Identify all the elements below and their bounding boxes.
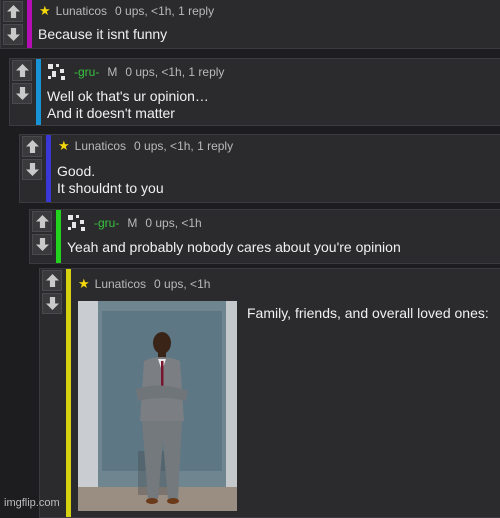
upvote-arrow-icon bbox=[45, 274, 59, 287]
upvote-arrow-icon bbox=[35, 215, 49, 228]
image-caption: Family, friends, and overall loved ones: bbox=[247, 305, 489, 321]
comment: ★ Lunaticos 0 ups, <1h, 1 reply Good. It… bbox=[19, 134, 500, 203]
upvote-arrow-icon bbox=[25, 140, 39, 153]
upvote-button[interactable] bbox=[22, 136, 42, 157]
thread-bar bbox=[46, 135, 51, 202]
comment-line: Well ok that's ur opinion… bbox=[47, 88, 209, 104]
upvote-button[interactable] bbox=[42, 270, 62, 291]
gru-avatar-icon bbox=[46, 62, 68, 82]
star-icon: ★ bbox=[58, 138, 70, 153]
upvote-button[interactable] bbox=[32, 211, 52, 232]
comment-meta: ★ Lunaticos 0 ups, <1h, 1 reply bbox=[58, 138, 233, 154]
username-link[interactable]: Lunaticos bbox=[95, 277, 146, 291]
comment: -gru- M 0 ups, <1h Yeah and probably nob… bbox=[29, 209, 500, 264]
upvote-arrow-icon bbox=[15, 64, 29, 77]
comment-stats: 0 ups, <1h, 1 reply bbox=[134, 139, 234, 153]
comment-line: It shouldnt to you bbox=[57, 180, 164, 196]
downvote-arrow-icon bbox=[25, 163, 39, 176]
comment-text: Good. It shouldnt to you bbox=[57, 163, 164, 197]
comment: ★ Lunaticos 0 ups, <1h, 1 reply Because … bbox=[0, 0, 500, 49]
star-icon: ★ bbox=[78, 276, 90, 291]
comment-stats: 0 ups, <1h, 1 reply bbox=[115, 4, 215, 18]
watermark: imgflip.com bbox=[4, 497, 60, 509]
downvote-arrow-icon bbox=[6, 28, 20, 41]
username-link[interactable]: -gru- bbox=[94, 216, 119, 230]
comment: -gru- M 0 ups, <1h, 1 reply Well ok that… bbox=[9, 58, 500, 126]
username-link[interactable]: Lunaticos bbox=[56, 4, 107, 18]
comment-line: And it doesn't matter bbox=[47, 105, 175, 121]
vote-column bbox=[40, 269, 64, 315]
username-link[interactable]: -gru- bbox=[74, 65, 99, 79]
comment-line: Good. bbox=[57, 163, 96, 179]
thread-bar bbox=[56, 210, 61, 263]
downvote-button[interactable] bbox=[42, 293, 62, 314]
thread-bar bbox=[36, 59, 41, 125]
mod-badge: M bbox=[127, 216, 138, 230]
downvote-button[interactable] bbox=[22, 159, 42, 180]
comment-line: Yeah and probably nobody cares about you… bbox=[67, 239, 401, 255]
upvote-button[interactable] bbox=[12, 60, 32, 81]
comment-body: -gru- M 0 ups, <1h Yeah and probably nob… bbox=[64, 210, 500, 263]
downvote-arrow-icon bbox=[35, 238, 49, 251]
comment-meta: -gru- M 0 ups, <1h, 1 reply bbox=[46, 62, 224, 82]
downvote-arrow-icon bbox=[45, 297, 59, 310]
comment-text: Yeah and probably nobody cares about you… bbox=[67, 239, 401, 256]
downvote-button[interactable] bbox=[32, 234, 52, 255]
upvote-button[interactable] bbox=[3, 1, 23, 22]
downvote-button[interactable] bbox=[3, 24, 23, 45]
upvote-arrow-icon bbox=[6, 5, 20, 18]
comment-stats: 0 ups, <1h, 1 reply bbox=[125, 65, 225, 79]
comment-meta: ★ Lunaticos 0 ups, <1h bbox=[78, 276, 210, 292]
comment-body: -gru- M 0 ups, <1h, 1 reply Well ok that… bbox=[44, 59, 500, 125]
comment-body: ★ Lunaticos 0 ups, <1h, 1 reply Because … bbox=[35, 0, 500, 48]
vote-column bbox=[20, 135, 44, 181]
downvote-button[interactable] bbox=[12, 83, 32, 104]
vote-column bbox=[30, 210, 54, 256]
gru-avatar-icon bbox=[66, 213, 88, 233]
comment-meta: -gru- M 0 ups, <1h bbox=[66, 213, 202, 233]
thread-bar bbox=[27, 0, 32, 48]
comment-line: Because it isnt funny bbox=[38, 26, 168, 42]
comment-text: Well ok that's ur opinion… And it doesn'… bbox=[47, 88, 209, 122]
comment-stats: 0 ups, <1h bbox=[154, 277, 211, 291]
comment-body: ★ Lunaticos 0 ups, <1h Family, friends, … bbox=[74, 269, 500, 517]
comment-image-graphic bbox=[78, 301, 237, 511]
comment: ★ Lunaticos 0 ups, <1h Family, friends, … bbox=[39, 268, 500, 518]
vote-column bbox=[10, 59, 34, 105]
thread-bar bbox=[66, 269, 71, 517]
comment-text: Because it isnt funny bbox=[38, 26, 167, 43]
comment-meta: ★ Lunaticos 0 ups, <1h, 1 reply bbox=[39, 3, 214, 19]
comment-body: ★ Lunaticos 0 ups, <1h, 1 reply Good. It… bbox=[54, 135, 500, 202]
comment-image[interactable] bbox=[78, 301, 237, 511]
star-icon: ★ bbox=[39, 3, 51, 18]
comment-stats: 0 ups, <1h bbox=[145, 216, 202, 230]
vote-column bbox=[1, 0, 25, 46]
username-link[interactable]: Lunaticos bbox=[75, 139, 126, 153]
downvote-arrow-icon bbox=[15, 87, 29, 100]
mod-badge: M bbox=[107, 65, 118, 79]
